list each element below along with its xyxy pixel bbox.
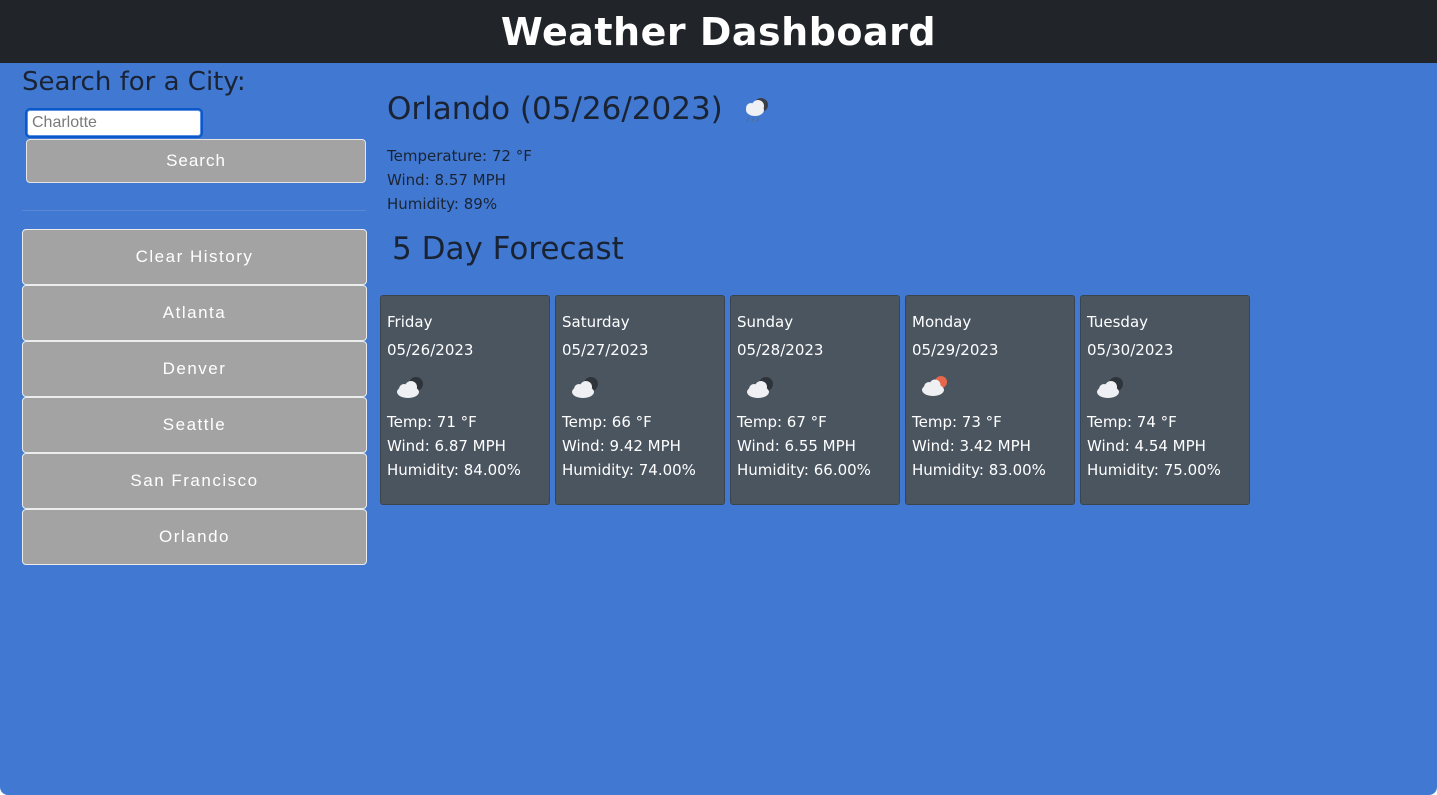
forecast-date: 05/27/2023 bbox=[562, 341, 649, 359]
history-city-button[interactable]: Orlando bbox=[22, 509, 367, 565]
history-city-button[interactable]: Seattle bbox=[22, 397, 367, 453]
forecast-humidity: Humidity: 74.00% bbox=[562, 461, 696, 479]
forecast-day: Sunday bbox=[737, 313, 794, 331]
forecast-day: Monday bbox=[912, 313, 972, 331]
current-temperature: Temperature: 72 °F bbox=[387, 147, 532, 165]
forecast-date: 05/30/2023 bbox=[1087, 341, 1174, 359]
forecast-humidity: Humidity: 83.00% bbox=[912, 461, 1046, 479]
forecast-day: Friday bbox=[387, 313, 433, 331]
forecast-card: Friday 05/26/2023 Temp: 71 °F Wind: 6.87… bbox=[380, 295, 550, 505]
forecast-day: Saturday bbox=[562, 313, 630, 331]
history-city-button[interactable]: San Francisco bbox=[22, 453, 367, 509]
app-header: Weather Dashboard bbox=[0, 0, 1437, 63]
forecast-temp: Temp: 74 °F bbox=[1087, 413, 1177, 431]
history-city-button[interactable]: Denver bbox=[22, 341, 367, 397]
forecast-card: Monday 05/29/2023 Temp: 73 °F Wind: 3.42… bbox=[905, 295, 1075, 505]
cloud-sun-icon bbox=[922, 376, 947, 396]
forecast-humidity: Humidity: 75.00% bbox=[1087, 461, 1221, 479]
forecast-temp: Temp: 67 °F bbox=[737, 413, 827, 431]
main-area: Search for a City: Search Clear History … bbox=[0, 63, 1437, 795]
forecast-wind: Wind: 4.54 MPH bbox=[1087, 437, 1206, 455]
current-weather: Orlando (05/26/2023) Temperature: 72 °F … bbox=[387, 87, 1087, 216]
forecast-humidity: Humidity: 66.00% bbox=[737, 461, 871, 479]
forecast-humidity: Humidity: 84.00% bbox=[387, 461, 521, 479]
forecast-date: 05/26/2023 bbox=[387, 341, 474, 359]
cloud-night-icon bbox=[747, 377, 773, 398]
forecast-cards: Friday 05/26/2023 Temp: 71 °F Wind: 6.87… bbox=[380, 295, 1255, 505]
city-search-input[interactable] bbox=[25, 108, 203, 138]
rain-cloud-night-icon bbox=[745, 98, 768, 123]
search-history: Clear History Atlanta Denver Seattle San… bbox=[22, 229, 367, 565]
forecast-wind: Wind: 6.87 MPH bbox=[387, 437, 506, 455]
forecast-card: Tuesday 05/30/2023 Temp: 74 °F Wind: 4.5… bbox=[1080, 295, 1250, 505]
forecast-title: 5 Day Forecast bbox=[392, 231, 624, 267]
forecast-temp: Temp: 66 °F bbox=[562, 413, 652, 431]
clear-history-button[interactable]: Clear History bbox=[22, 229, 367, 285]
cloud-night-icon bbox=[397, 377, 423, 398]
history-city-button[interactable]: Atlanta bbox=[22, 285, 367, 341]
forecast-wind: Wind: 3.42 MPH bbox=[912, 437, 1031, 455]
forecast-wind: Wind: 9.42 MPH bbox=[562, 437, 681, 455]
divider bbox=[22, 210, 366, 211]
forecast-card: Sunday 05/28/2023 Temp: 67 °F Wind: 6.55… bbox=[730, 295, 900, 505]
forecast-card: Saturday 05/27/2023 Temp: 66 °F Wind: 9.… bbox=[555, 295, 725, 505]
current-city-title: Orlando (05/26/2023) bbox=[387, 91, 723, 127]
forecast-date: 05/28/2023 bbox=[737, 341, 824, 359]
cloud-night-icon bbox=[1097, 377, 1123, 398]
forecast-temp: Temp: 73 °F bbox=[912, 413, 1002, 431]
forecast-date: 05/29/2023 bbox=[912, 341, 999, 359]
search-button[interactable]: Search bbox=[26, 139, 366, 183]
search-title: Search for a City: bbox=[22, 67, 246, 97]
current-humidity: Humidity: 89% bbox=[387, 195, 498, 213]
forecast-day: Tuesday bbox=[1087, 313, 1149, 331]
forecast-wind: Wind: 6.55 MPH bbox=[737, 437, 856, 455]
forecast-temp: Temp: 71 °F bbox=[387, 413, 477, 431]
cloud-night-icon bbox=[572, 377, 598, 398]
current-wind: Wind: 8.57 MPH bbox=[387, 171, 506, 189]
app-title: Weather Dashboard bbox=[500, 9, 937, 54]
